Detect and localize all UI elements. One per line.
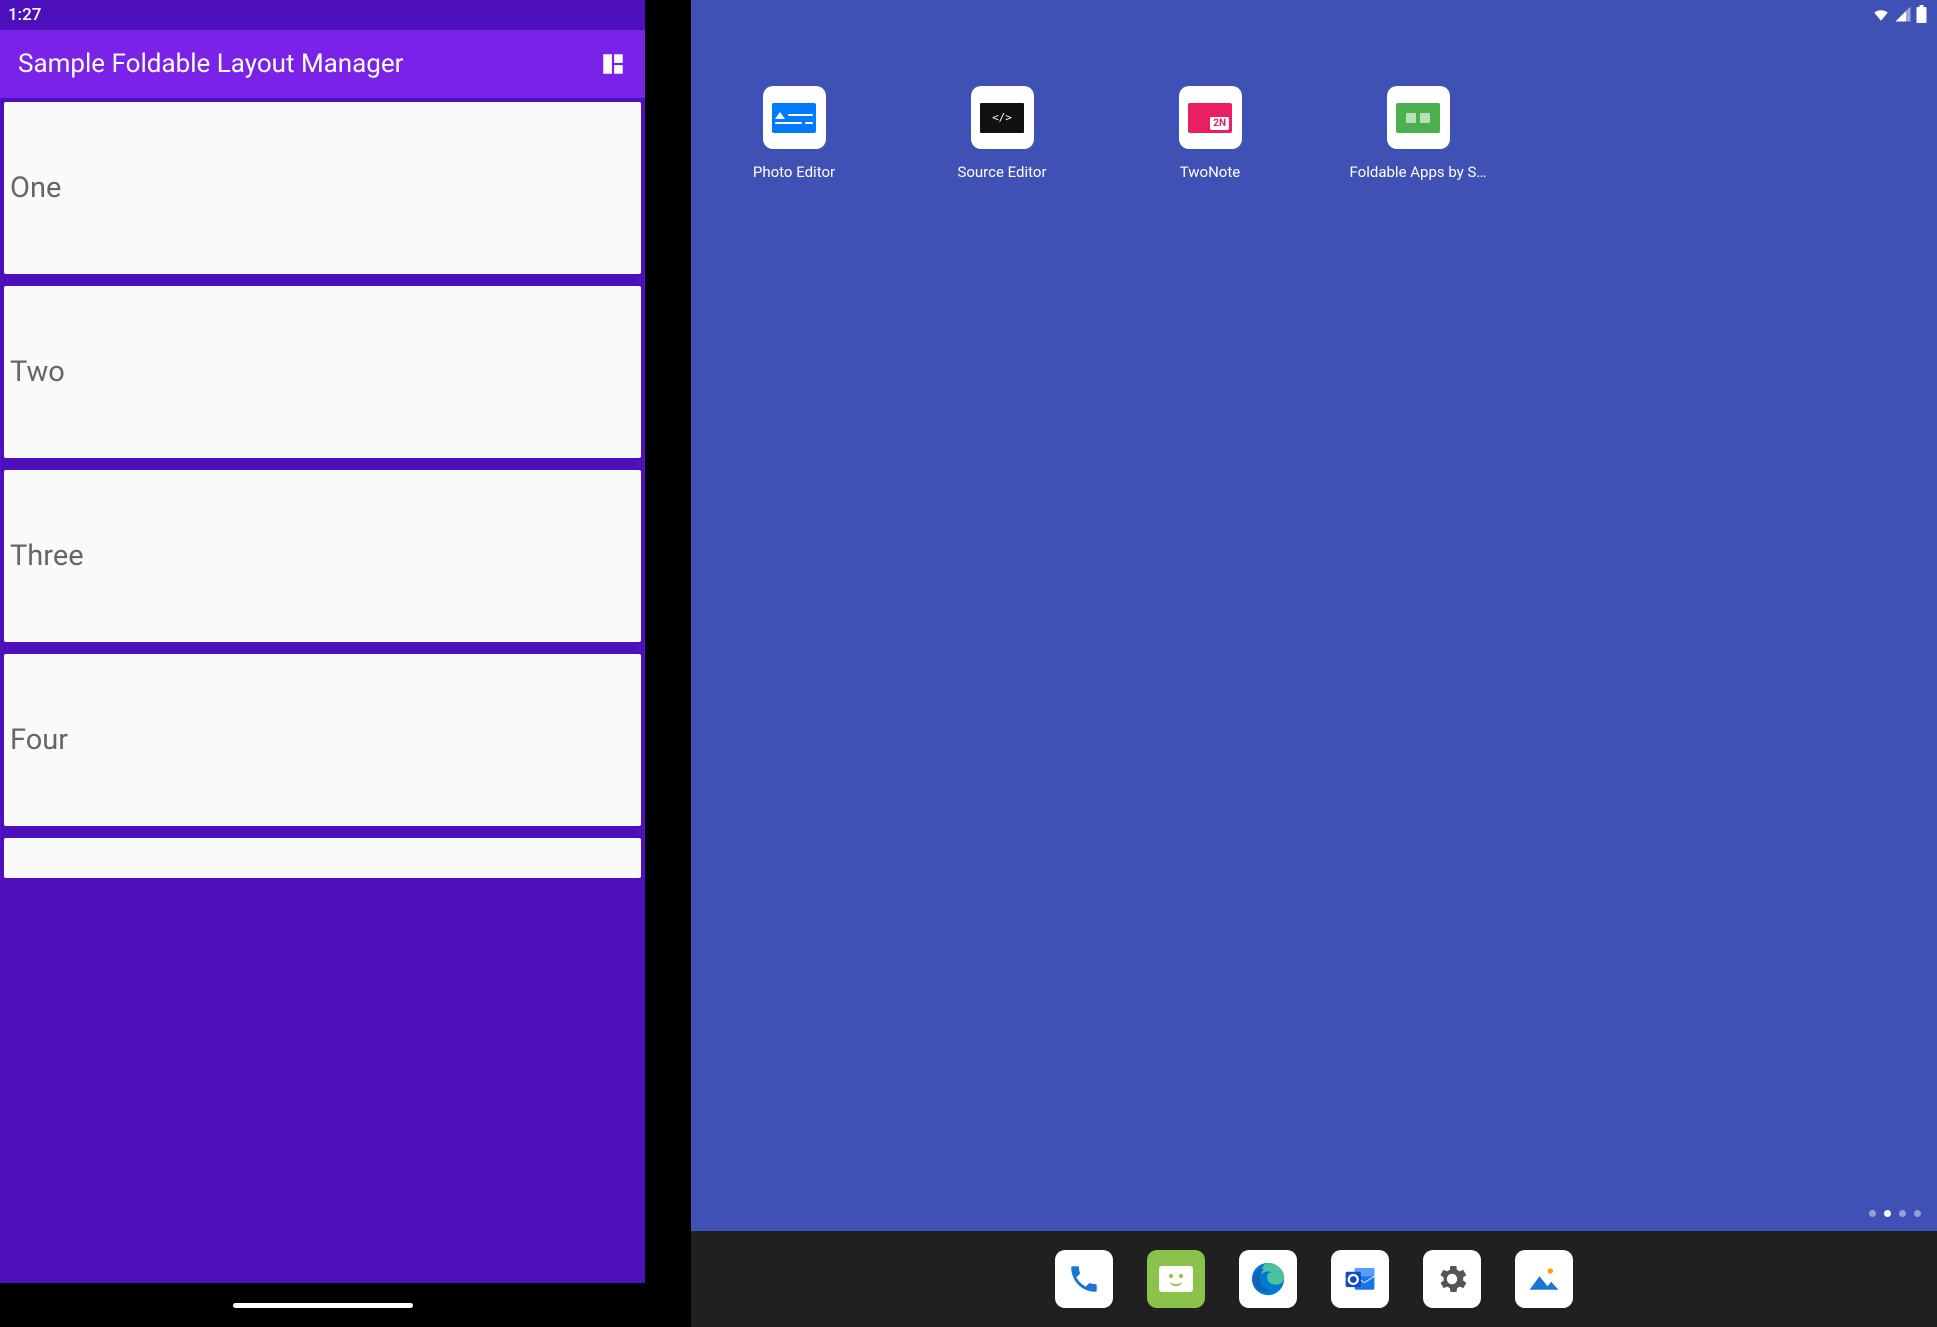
navigation-bar-left xyxy=(0,1283,645,1327)
app-tile xyxy=(1387,86,1450,149)
item-list[interactable]: One Two Three Four xyxy=(0,98,645,1283)
app-bar: Sample Foldable Layout Manager xyxy=(0,30,645,98)
twonote-icon: 2N xyxy=(1188,103,1232,133)
phone-icon xyxy=(1067,1262,1101,1296)
right-screen-home[interactable]: Photo Editor </> Source Editor 2N TwoNot… xyxy=(691,0,1937,1327)
app-tile xyxy=(763,86,826,149)
page-indicator[interactable] xyxy=(1869,1210,1921,1217)
layout-toggle-icon[interactable] xyxy=(599,50,627,78)
edge-icon xyxy=(1249,1260,1287,1298)
app-twonote[interactable]: 2N TwoNote xyxy=(1150,86,1270,181)
dock-gallery[interactable] xyxy=(1515,1250,1573,1308)
app-photo-editor[interactable]: Photo Editor xyxy=(734,86,854,181)
device-hinge xyxy=(645,0,691,1327)
app-tile: 2N xyxy=(1179,86,1242,149)
app-label: TwoNote xyxy=(1180,163,1240,181)
nav-handle[interactable] xyxy=(233,1303,413,1308)
status-bar-left: 1:27 xyxy=(0,0,645,30)
photo-editor-icon xyxy=(772,103,816,133)
app-label: Source Editor xyxy=(957,163,1046,181)
dock-outlook[interactable] xyxy=(1331,1250,1389,1308)
source-editor-icon: </> xyxy=(980,103,1024,133)
app-foldable-apps[interactable]: Foldable Apps by S… xyxy=(1358,86,1478,181)
app-label: Foldable Apps by S… xyxy=(1350,163,1487,181)
gear-icon xyxy=(1434,1261,1470,1297)
dual-screen-device: 1:27 Sample Foldable Layout Manager One … xyxy=(0,0,1937,1327)
status-time: 1:27 xyxy=(8,5,41,25)
wifi-icon xyxy=(1872,5,1890,23)
dock-edge-browser[interactable] xyxy=(1239,1250,1297,1308)
list-item[interactable]: Three xyxy=(4,470,641,642)
page-dot xyxy=(1899,1210,1906,1217)
status-bar-right xyxy=(1872,5,1927,23)
signal-icon xyxy=(1894,5,1912,23)
list-item[interactable] xyxy=(4,838,641,878)
dock-settings[interactable] xyxy=(1423,1250,1481,1308)
battery-icon xyxy=(1916,5,1927,23)
home-app-grid: Photo Editor </> Source Editor 2N TwoNot… xyxy=(691,0,1937,181)
page-dot-active xyxy=(1884,1210,1891,1217)
app-label: Photo Editor xyxy=(753,163,835,181)
foldable-apps-icon xyxy=(1396,103,1440,133)
dock-phone[interactable] xyxy=(1055,1250,1113,1308)
list-item[interactable]: Four xyxy=(4,654,641,826)
gallery-icon xyxy=(1526,1261,1562,1297)
list-item[interactable]: One xyxy=(4,102,641,274)
app-title: Sample Foldable Layout Manager xyxy=(18,49,403,79)
dock-messages[interactable] xyxy=(1147,1250,1205,1308)
app-tile: </> xyxy=(971,86,1034,149)
list-item[interactable]: Two xyxy=(4,286,641,458)
page-dot xyxy=(1869,1210,1876,1217)
messages-icon xyxy=(1159,1266,1193,1292)
app-dock xyxy=(691,1231,1937,1327)
left-screen: 1:27 Sample Foldable Layout Manager One … xyxy=(0,0,645,1327)
app-source-editor[interactable]: </> Source Editor xyxy=(942,86,1062,181)
page-dot xyxy=(1914,1210,1921,1217)
outlook-icon xyxy=(1342,1261,1378,1297)
